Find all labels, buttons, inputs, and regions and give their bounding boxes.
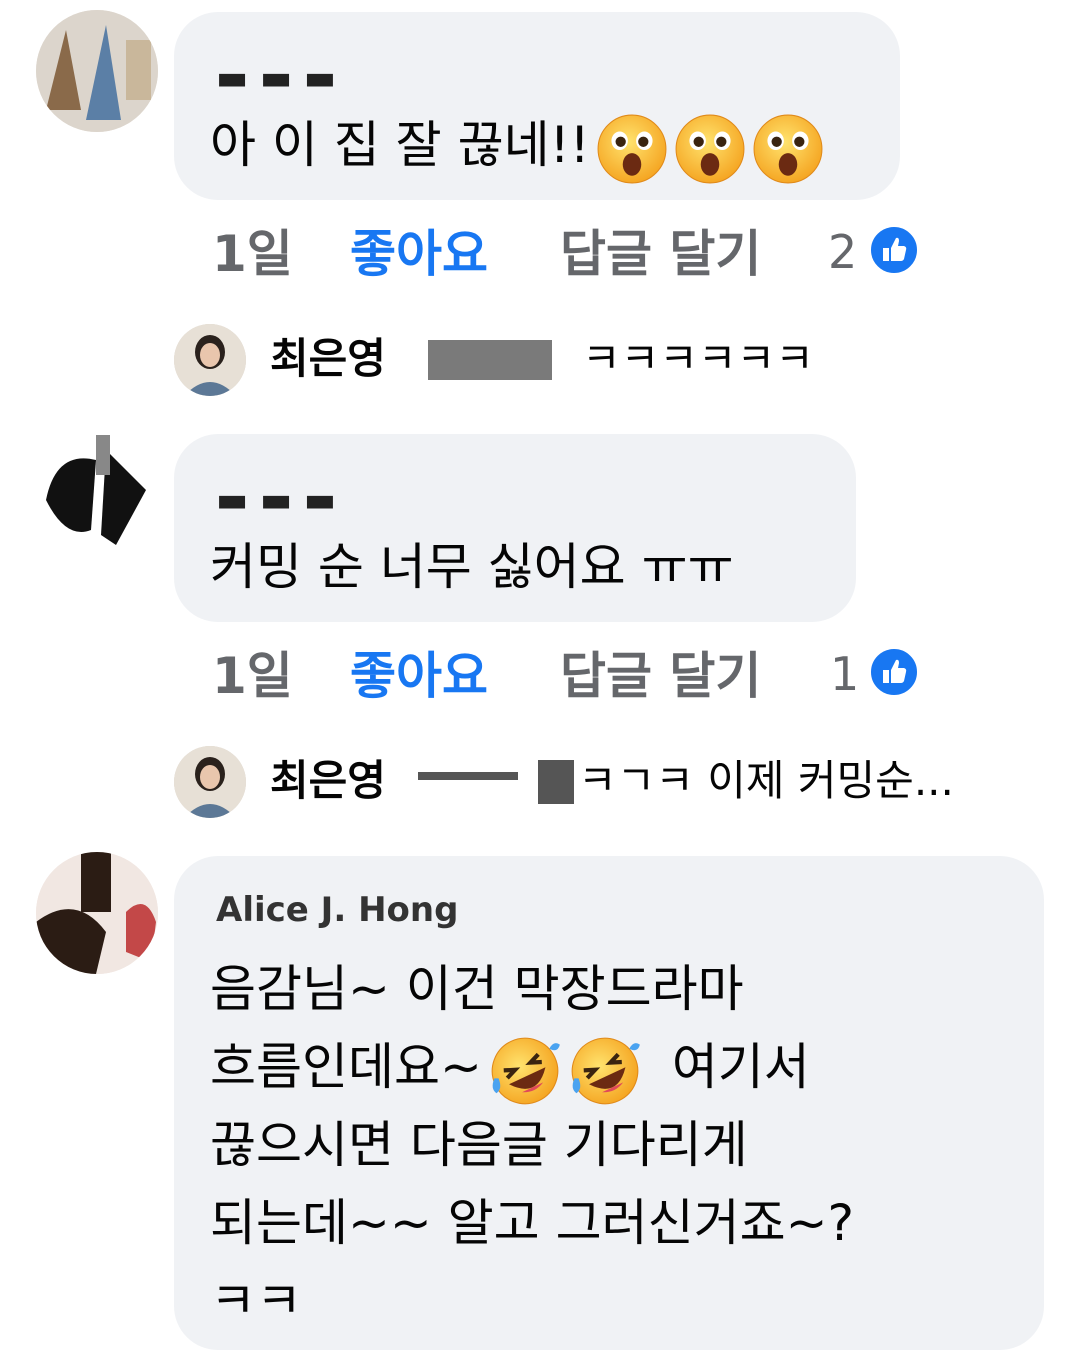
rolling-on-floor-laughing-emoji	[488, 1034, 562, 1108]
comment-time-1[interactable]: 1일	[212, 224, 293, 284]
reply-button-2[interactable]: 답글 달기	[560, 646, 761, 706]
rolling-on-floor-laughing-emoji	[568, 1034, 642, 1108]
comment-author-1[interactable]: ▬ ▬ ▬	[216, 58, 336, 98]
comment-text-line: 아 이 집 잘 끊네!!	[210, 116, 590, 174]
comment-text-1: 아 이 집 잘 끊네!!	[210, 106, 824, 185]
commenter-avatar-1[interactable]	[36, 10, 158, 132]
comment-author-2[interactable]: ▬ ▬ ▬	[216, 480, 336, 520]
comment-text-line: 흐름인데요~	[210, 1038, 482, 1096]
commenter-avatar-2[interactable]	[36, 430, 158, 552]
reply-text-1[interactable]: ㅋㅋㅋㅋㅋㅋ	[582, 334, 814, 384]
astonished-face-emoji	[752, 113, 824, 185]
reply-avatar-2[interactable]	[174, 746, 246, 818]
redaction-mark	[428, 340, 552, 380]
reply-avatar-1[interactable]	[174, 324, 246, 396]
reply-text-2[interactable]: ㅋㄱㅋ 이제 커밍순...	[578, 756, 954, 806]
comment-text-line-2: 흐름인데요~ 여기서	[210, 1028, 810, 1108]
like-count-1[interactable]: 2	[828, 224, 857, 280]
redaction-mark	[418, 772, 518, 780]
redaction-mark	[538, 760, 574, 804]
like-button-1[interactable]: 좋아요	[350, 224, 488, 284]
comment-text-line: 되는데~~ 알고 그러신거죠~?	[210, 1194, 855, 1252]
comment-text-line: 여기서	[671, 1038, 810, 1096]
commenter-avatar-3[interactable]	[36, 852, 158, 974]
astonished-face-emoji	[596, 113, 668, 185]
comment-time-2[interactable]: 1일	[212, 646, 293, 706]
reply-author-2[interactable]: 최은영	[270, 756, 386, 806]
comment-author-3[interactable]: Alice J. Hong	[216, 890, 458, 930]
like-button-2[interactable]: 좋아요	[350, 646, 488, 706]
comment-text-line: ㅋㅋ	[210, 1272, 302, 1330]
reply-author-1[interactable]: 최은영	[270, 334, 386, 384]
comment-text-line: 끊으시면 다음글 기다리게	[210, 1116, 748, 1174]
astonished-face-emoji	[674, 113, 746, 185]
comment-text-2: 커밍 순 너무 싫어요 ㅠㅠ	[210, 538, 734, 596]
thumbs-up-icon	[868, 646, 920, 698]
thumbs-up-icon	[868, 224, 920, 276]
like-count-2[interactable]: 1	[830, 646, 859, 702]
reply-button-1[interactable]: 답글 달기	[560, 224, 761, 284]
comment-text-line: 음감님~ 이건 막장드라마	[210, 960, 744, 1018]
